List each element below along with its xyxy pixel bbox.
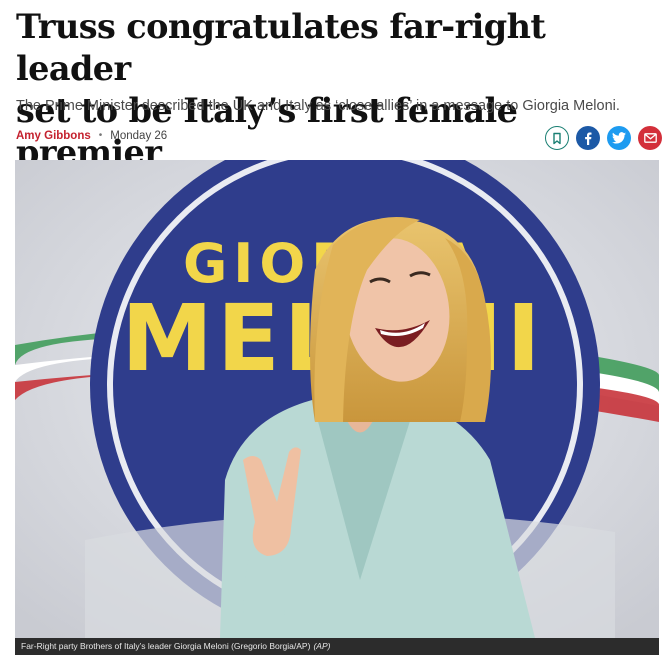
headline-line-1: Truss congratulates far-right leader	[16, 7, 546, 88]
byline-separator: •	[98, 130, 103, 141]
bookmark-icon	[553, 132, 561, 144]
facebook-icon	[585, 132, 592, 145]
bookmark-button[interactable]	[545, 126, 569, 150]
share-bar	[545, 126, 662, 150]
caption-text: Far-Right party Brothers of Italy’s lead…	[21, 641, 311, 651]
photo-credit: (AP)	[313, 641, 331, 651]
facebook-share-button[interactable]	[576, 126, 600, 150]
email-share-button[interactable]	[638, 126, 662, 150]
author-link[interactable]: Amy Gibbons	[16, 128, 91, 144]
publish-date: Monday 26	[110, 130, 168, 142]
article-photo[interactable]: GIORGIA MELONI	[15, 160, 659, 638]
photo-illustration: GIORGIA MELONI	[15, 160, 659, 638]
twitter-icon	[612, 132, 626, 144]
article-standfirst: The Prime Minister described the UK and …	[16, 98, 620, 114]
photo-caption: Far-Right party Brothers of Italy’s lead…	[15, 638, 659, 655]
twitter-share-button[interactable]	[607, 126, 631, 150]
byline: Amy Gibbons • Monday 26	[16, 128, 167, 144]
email-icon	[643, 133, 657, 143]
